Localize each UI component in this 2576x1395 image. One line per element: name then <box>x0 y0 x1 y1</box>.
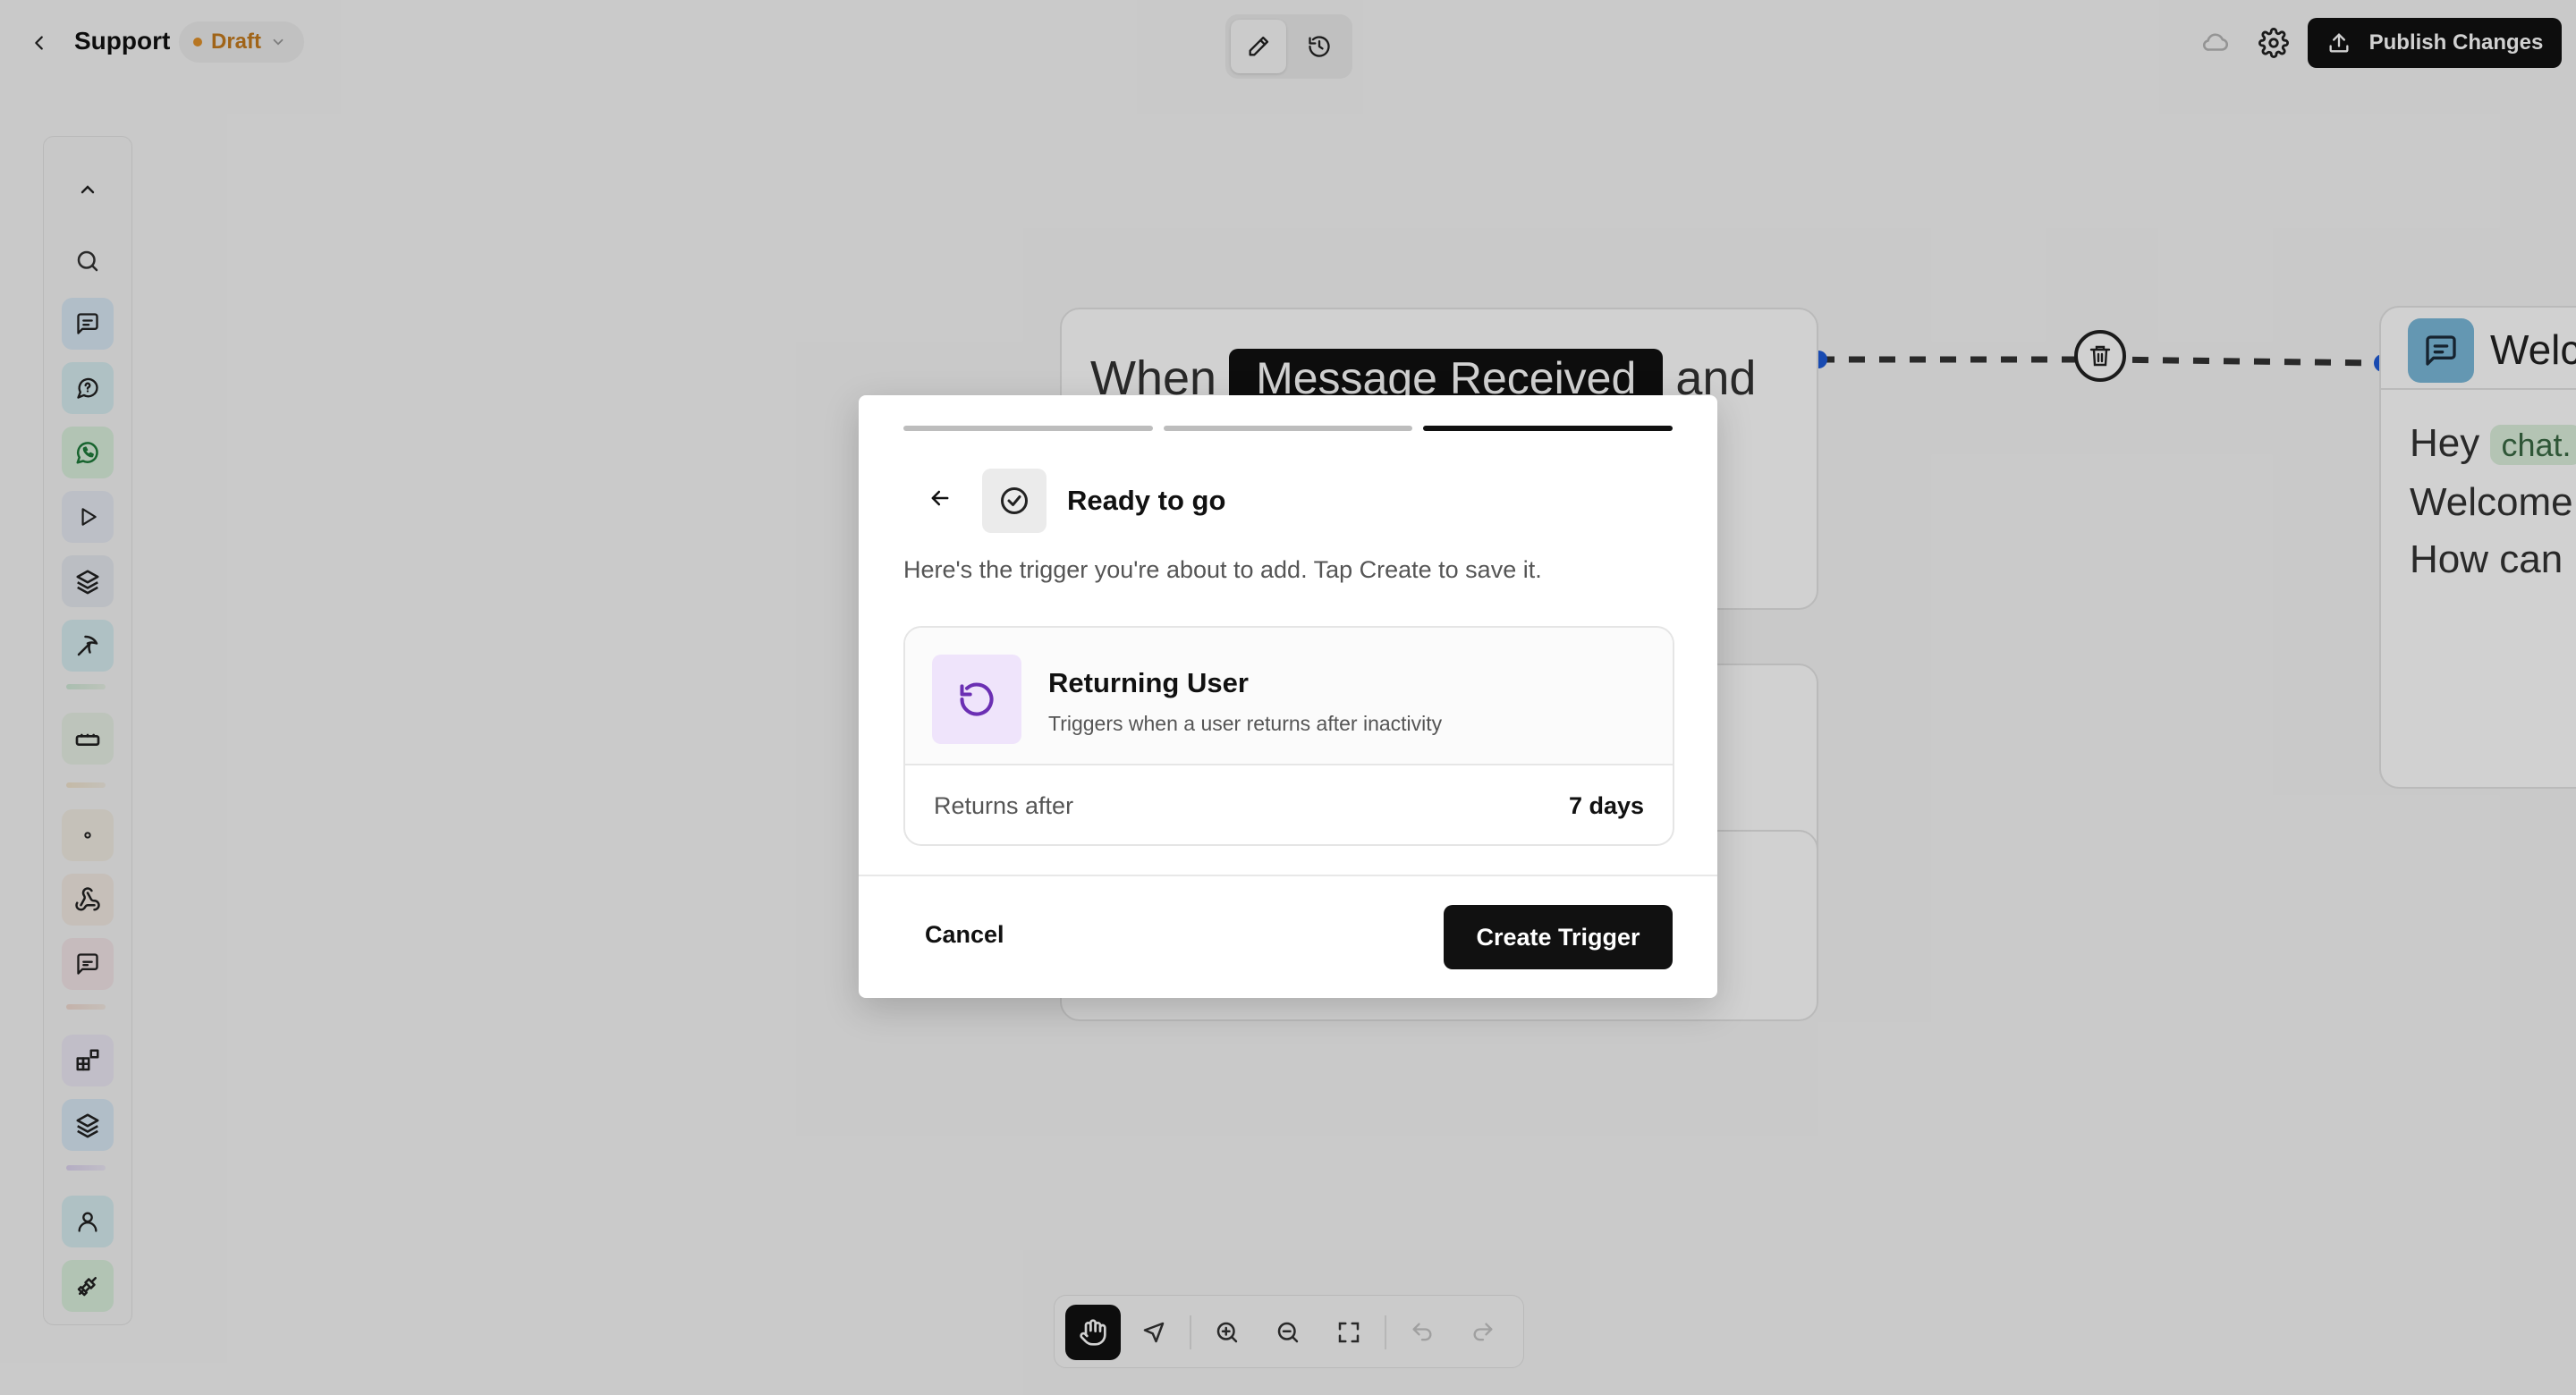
step-progress <box>903 426 1674 433</box>
trigger-summary-header: Returning User Triggers when a user retu… <box>905 628 1673 765</box>
create-trigger-button[interactable]: Create Trigger <box>1444 905 1673 969</box>
setting-label: Returns after <box>934 792 1074 819</box>
trigger-summary-card: Returning User Triggers when a user retu… <box>903 626 1674 846</box>
cancel-button[interactable]: Cancel <box>914 916 1015 954</box>
progress-step <box>903 426 1153 431</box>
refresh-icon <box>960 682 994 716</box>
dialog-description: Here's the trigger you're about to add. … <box>903 556 1542 583</box>
create-trigger-dialog: Ready to go Here's the trigger you're ab… <box>859 395 1717 998</box>
app-root: Support Draft Publish Changes When Messa… <box>0 0 2576 1395</box>
trigger-description: Triggers when a user returns after inact… <box>1048 712 1443 735</box>
progress-step <box>1163 426 1413 431</box>
trigger-icon-box <box>932 655 1021 744</box>
check-circle-icon <box>1001 487 1028 514</box>
progress-step-current <box>1423 426 1674 431</box>
arrow-left-icon <box>931 490 949 506</box>
ready-status-badge <box>982 469 1046 533</box>
dialog-title: Ready to go <box>1067 485 1226 516</box>
setting-value: 7 days <box>1568 792 1644 819</box>
trigger-name: Returning User <box>1048 667 1249 698</box>
dialog-back-button[interactable] <box>918 476 962 520</box>
dialog-footer-divider <box>859 875 1717 876</box>
